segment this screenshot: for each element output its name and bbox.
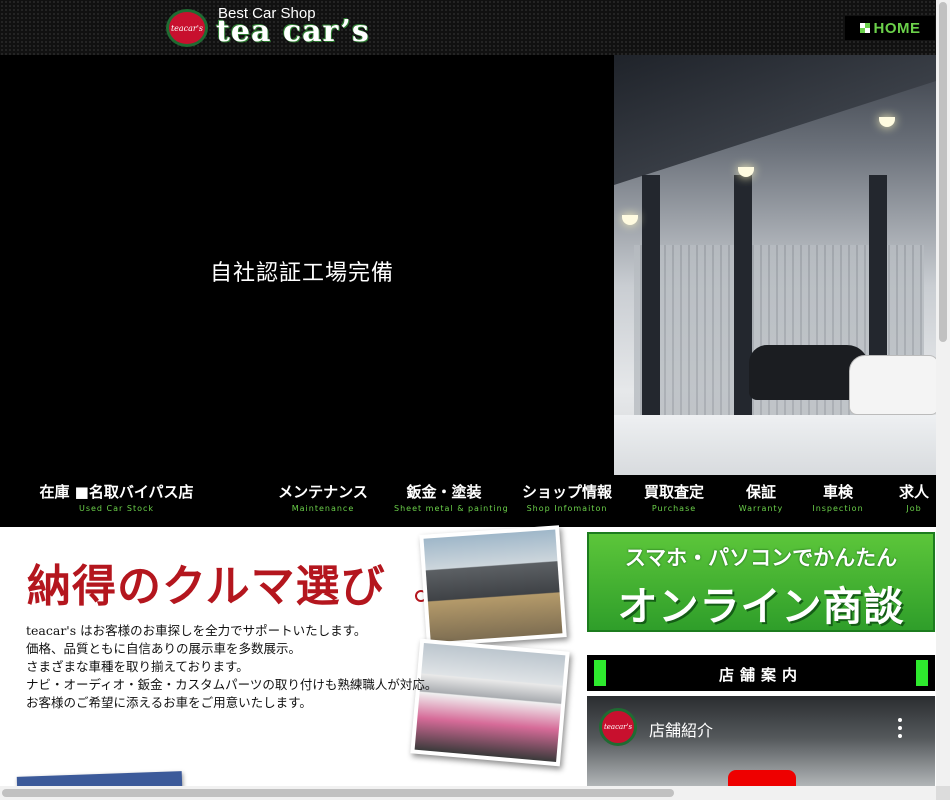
hero-caption: 自社認証工場完備 xyxy=(210,261,395,286)
hero-slider: 自社認証工場完備 xyxy=(0,55,950,475)
channel-avatar[interactable]: teacar's xyxy=(599,708,637,746)
intro-line: お客様のご希望に添えるお車をご用意いたします。 xyxy=(26,695,312,710)
vertical-scroll-thumb[interactable] xyxy=(939,2,947,342)
nav-item-job[interactable]: 求人 Job xyxy=(896,481,932,513)
intro-line: teacar's はお客様のお車探しを全力でサポートいたします。 xyxy=(26,623,367,638)
intro-line: 価格、品質ともに自信ありの展示車を多数展示。 xyxy=(26,641,302,656)
video-title[interactable]: 店舗紹介 xyxy=(649,717,713,741)
site-header: teacar's Best Car Shop tea car’s HOME xyxy=(0,0,950,55)
logo-badge-text: teacar's xyxy=(170,23,204,33)
online-banner-line2: オンライン商談 xyxy=(617,584,905,630)
home-label: HOME xyxy=(873,19,921,37)
nav-item-inspection[interactable]: 車検 Inspection xyxy=(808,481,868,513)
logo-badge[interactable]: teacar's xyxy=(166,9,208,47)
logo-title[interactable]: tea car’s xyxy=(216,14,370,49)
online-consultation-banner[interactable]: スマホ・パソコンでかんたん オンライン商談 xyxy=(587,532,935,632)
shop-exterior-photo xyxy=(419,525,567,647)
nav-item-shop-info[interactable]: ショップ情報 Shop Infomaiton xyxy=(515,481,619,513)
intro-headline: 納得のクルマ選び xyxy=(27,561,386,612)
intro-line: ナビ・オーディオ・鈑金・カスタムパーツの取り付けも熟練職人が対応。 xyxy=(26,677,438,692)
store-info-heading: 店舗案内 xyxy=(587,655,935,691)
scrollbar-corner xyxy=(936,786,950,800)
nav-item-bodywork[interactable]: 鈑金・塗装 Sheet metal & painting xyxy=(394,481,508,513)
checker-square-icon xyxy=(859,23,870,33)
vertical-scrollbar[interactable] xyxy=(936,0,950,786)
intro-text: teacar's はお客様のお車探しを全力でサポートいたします。 価格、品質とも… xyxy=(26,622,437,712)
intro-line: さまざまな車種を取り揃えております。 xyxy=(26,659,249,674)
more-vert-icon[interactable] xyxy=(897,718,903,738)
home-button[interactable]: HOME xyxy=(845,16,935,40)
nav-item-purchase[interactable]: 買取査定 Purchase xyxy=(638,481,710,513)
store-info-heading-text: 店舗案内 xyxy=(718,666,803,684)
online-banner-line1: スマホ・パソコンでかんたん xyxy=(624,546,898,570)
horizontal-scroll-thumb[interactable] xyxy=(2,789,674,797)
nav-item-stock[interactable]: 在庫 ■名取バイパス店 Used Car Stock xyxy=(34,481,199,513)
nav-item-maintenance[interactable]: メンテナンス Maintenance xyxy=(273,481,373,513)
car-silhouette xyxy=(849,355,936,415)
main-nav: 在庫 ■名取バイパス店 Used Car Stock メンテナンス Mainte… xyxy=(0,475,950,527)
horizontal-scrollbar[interactable] xyxy=(0,786,936,800)
nav-item-warranty[interactable]: 保証 Warranty xyxy=(733,481,789,513)
hero-factory-photo xyxy=(614,55,936,475)
store-video-embed[interactable]: teacar's 店舗紹介 xyxy=(587,696,935,790)
